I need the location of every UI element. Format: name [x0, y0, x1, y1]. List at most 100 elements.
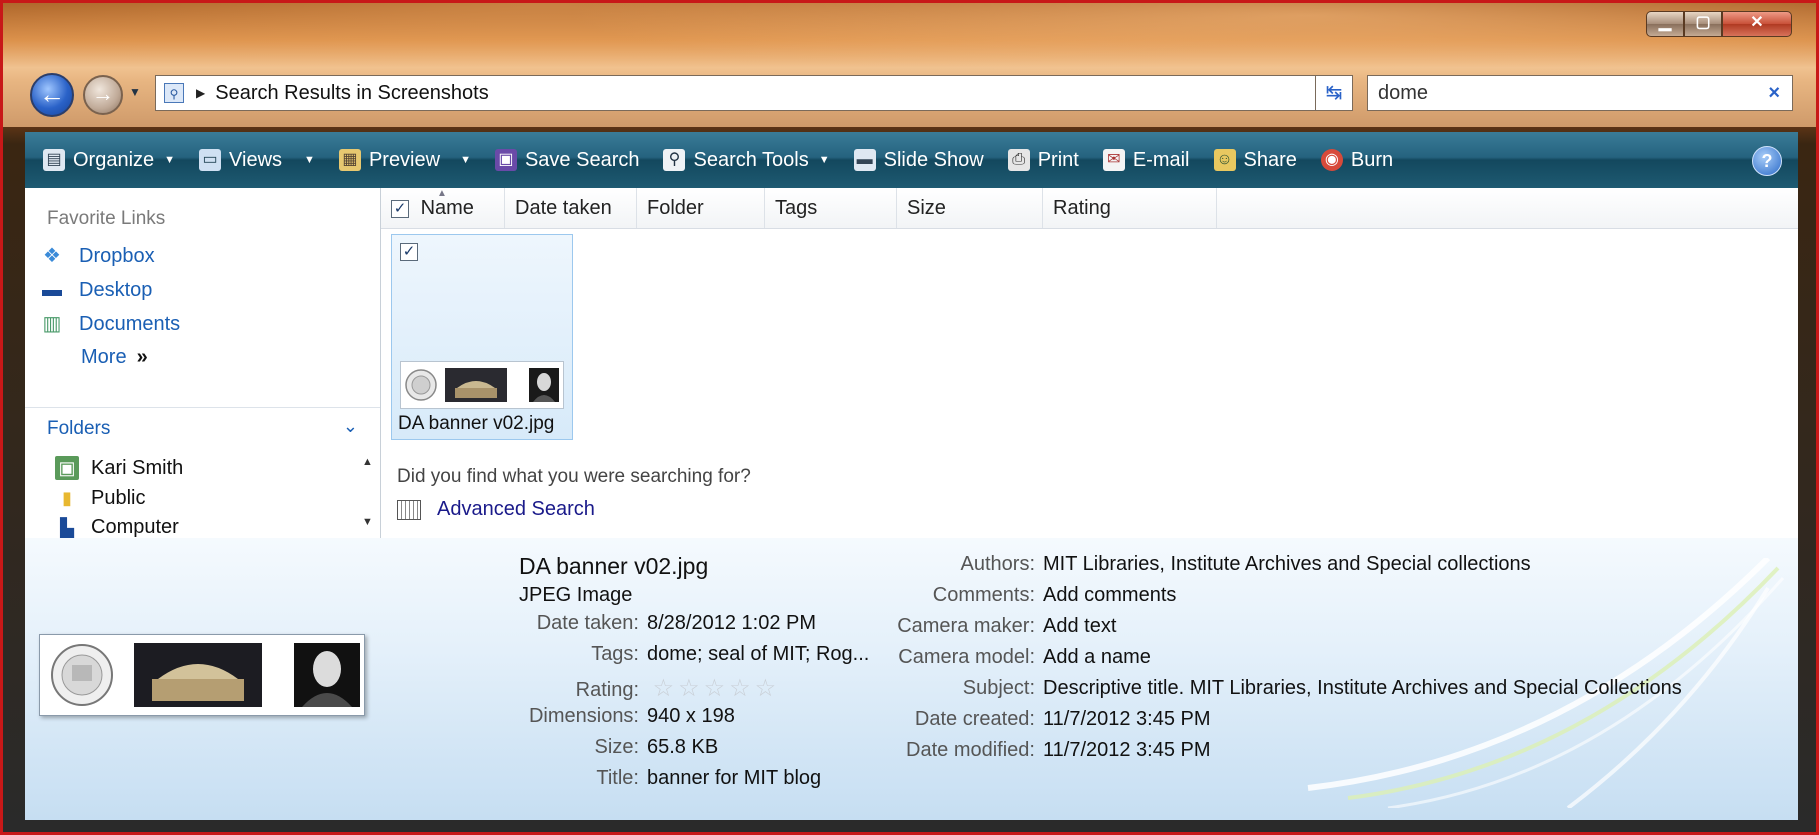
prop-value: Add a name — [1043, 646, 1151, 668]
favorite-link-desktop[interactable]: ▬ Desktop — [39, 278, 152, 302]
share-label: Share — [1243, 148, 1297, 171]
dropbox-icon: ❖ — [43, 245, 61, 267]
forward-arrow-icon: → — [92, 81, 114, 106]
email-button[interactable]: ✉ E-mail — [1102, 148, 1190, 172]
star-icon[interactable]: ☆ — [653, 675, 675, 702]
scroll-down-icon[interactable]: ▼ — [362, 516, 373, 528]
chevron-down-icon: ▼ — [818, 154, 830, 166]
search-box[interactable]: dome × — [1367, 75, 1793, 111]
folder-item-public[interactable]: ▮ Public — [55, 486, 145, 510]
slide-show-button[interactable]: ▬ Slide Show — [853, 149, 984, 172]
prop-label: Camera model: — [898, 646, 1035, 668]
folder-item-computer[interactable]: ▙ Computer — [55, 516, 179, 538]
favorite-link-dropbox[interactable]: ❖ Dropbox — [39, 244, 155, 268]
prop-rating[interactable]: Rating: ☆ ☆ ☆ ☆ ☆ — [423, 674, 780, 703]
column-header-rating[interactable]: Rating — [1043, 188, 1217, 228]
folder-label: Computer — [91, 516, 179, 538]
prop-title[interactable]: Title: banner for MIT blog — [423, 767, 821, 790]
command-bar: ▤ Organize ▼ ▭ Views ▼ ▦ Preview ▼ ▣ Sav… — [25, 132, 1798, 188]
favorite-link-documents[interactable]: ▥ Documents — [39, 312, 181, 336]
views-button[interactable]: ▭ Views ▼ — [199, 149, 315, 172]
column-header-size[interactable]: Size — [897, 188, 1043, 228]
prop-tags[interactable]: Tags: dome; seal of MIT; Rog... — [423, 643, 869, 666]
folder-icon: ▮ — [62, 488, 72, 508]
folders-title: Folders — [47, 418, 111, 439]
prop-camera-maker[interactable]: Camera maker: Add text — [855, 615, 1116, 638]
organize-button[interactable]: ▤ Organize ▼ — [43, 149, 175, 172]
star-icon[interactable]: ☆ — [678, 675, 700, 702]
column-header-row: ✓ Name ▲ Date taken Folder Tags Size Rat… — [381, 188, 1798, 229]
column-header-name[interactable]: ✓ Name ▲ — [381, 188, 505, 228]
star-icon[interactable]: ☆ — [755, 675, 777, 702]
select-all-checkbox[interactable]: ✓ — [391, 199, 409, 218]
share-button[interactable]: ☺ Share — [1213, 148, 1297, 172]
prop-value: 11/7/2012 3:45 PM — [1043, 708, 1211, 730]
help-button[interactable]: ? — [1752, 146, 1782, 176]
rating-stars[interactable]: ☆ ☆ ☆ ☆ ☆ — [653, 675, 781, 702]
folder-item-kari-smith[interactable]: ▣ Kari Smith — [55, 456, 183, 480]
recent-pages-dropdown[interactable]: ▼ — [129, 85, 141, 99]
star-icon[interactable]: ☆ — [729, 675, 751, 702]
maximize-button[interactable]: ▢ — [1684, 11, 1722, 37]
burn-button[interactable]: ◉ Burn — [1320, 149, 1393, 172]
address-bar[interactable]: ⚲ ▶ Search Results in Screenshots ▼ — [155, 75, 1347, 111]
prop-label: Tags: — [591, 643, 639, 665]
advanced-search-link[interactable]: Advanced Search — [397, 498, 595, 521]
address-path[interactable]: Search Results in Screenshots — [215, 82, 488, 105]
prop-camera-model[interactable]: Camera model: Add a name — [855, 646, 1151, 669]
print-button[interactable]: ⎙ Print — [1007, 148, 1079, 172]
prop-value: Add comments — [1043, 584, 1177, 606]
favorite-link-label: Dropbox — [79, 244, 155, 267]
more-links-button[interactable]: More » — [81, 346, 148, 369]
column-header-folder[interactable]: Folder — [637, 188, 765, 228]
file-list-pane: ✓ Name ▲ Date taken Folder Tags Size Rat… — [381, 188, 1798, 538]
prop-label: Rating: — [575, 679, 639, 701]
column-header-date-taken[interactable]: Date taken — [505, 188, 637, 228]
close-button[interactable]: ✕ — [1722, 11, 1792, 37]
preview-button[interactable]: ▦ Preview ▼ — [338, 149, 471, 172]
breadcrumb-arrow-icon[interactable]: ▶ — [196, 86, 205, 100]
search-folder-icon: ⚲ — [164, 83, 184, 103]
prop-label: Date created: — [914, 708, 1035, 730]
prop-date-created[interactable]: Date created: 11/7/2012 3:45 PM — [855, 708, 1211, 731]
print-label: Print — [1037, 148, 1079, 171]
prop-size[interactable]: Size: 65.8 KB — [423, 736, 719, 759]
details-preview-image — [39, 634, 365, 716]
folder-label: Public — [91, 486, 146, 509]
prop-comments[interactable]: Comments: Add comments — [855, 584, 1177, 607]
favorite-link-label: Desktop — [79, 278, 153, 301]
search-feedback-text: Did you find what you were searching for… — [397, 466, 751, 487]
prop-label: Size: — [594, 736, 639, 758]
minimize-button[interactable]: ▁ — [1646, 11, 1684, 37]
star-icon[interactable]: ☆ — [704, 675, 726, 702]
email-label: E-mail — [1132, 148, 1190, 171]
refresh-button[interactable]: ↹ — [1315, 75, 1353, 111]
search-tools-button[interactable]: ⚲ Search Tools ▼ — [663, 149, 830, 172]
column-header-label: Rating — [1053, 197, 1111, 219]
chevron-down-icon[interactable]: ⌄ — [343, 416, 358, 437]
back-button[interactable]: ← — [30, 73, 74, 117]
details-file-name: DA banner v02.jpg — [519, 553, 709, 579]
preview-icon: ▦ — [338, 149, 361, 171]
share-icon: ☺ — [1213, 149, 1236, 171]
save-search-button[interactable]: ▣ Save Search — [494, 149, 639, 172]
column-header-tags[interactable]: Tags — [765, 188, 897, 228]
prop-date-taken[interactable]: Date taken: 8/28/2012 1:02 PM — [423, 612, 816, 635]
explorer-window: ▁ ▢ ✕ ← → ▼ ⚲ ▶ Search Results in Screen… — [0, 0, 1819, 835]
prop-date-modified[interactable]: Date modified: 11/7/2012 3:45 PM — [855, 739, 1211, 762]
folders-header[interactable]: Folders ⌄ — [25, 408, 380, 448]
prop-subject[interactable]: Subject: Descriptive title. MIT Libraries… — [855, 677, 1682, 700]
search-input[interactable]: dome — [1378, 82, 1768, 105]
forward-button[interactable]: → — [83, 75, 123, 115]
folders-scrollbar[interactable]: ▲ ▼ — [356, 450, 380, 538]
file-item[interactable]: ✓ DA banner v02.jpg — [391, 234, 573, 440]
prop-authors[interactable]: Authors: MIT Libraries, Institute Archive… — [855, 553, 1531, 576]
double-chevron-right-icon: » — [136, 346, 148, 368]
clear-search-icon[interactable]: × — [1768, 82, 1780, 105]
scroll-up-icon[interactable]: ▲ — [362, 456, 373, 468]
advanced-search-label: Advanced Search — [437, 498, 595, 520]
prop-dimensions[interactable]: Dimensions: 940 x 198 — [423, 705, 735, 728]
prop-value: Add text — [1043, 615, 1117, 637]
navigation-pane: Favorite Links ❖ Dropbox ▬ Desktop ▥ Doc… — [25, 188, 381, 538]
file-item-checkbox[interactable]: ✓ — [400, 243, 418, 261]
